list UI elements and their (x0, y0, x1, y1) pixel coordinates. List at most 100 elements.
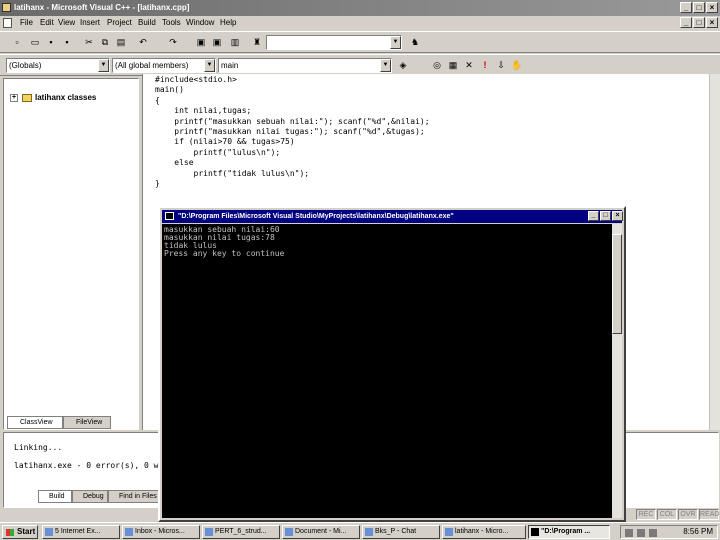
task-console[interactable]: "D:\Program ... (528, 525, 610, 539)
code-line: else (155, 158, 194, 168)
function-combo[interactable]: main ▼ (218, 58, 392, 73)
task-pert-document[interactable]: PERT_6_strud... (202, 525, 280, 539)
tab-debug[interactable]: Debug (72, 490, 108, 503)
cut-icon[interactable]: ✂ (82, 36, 96, 49)
chevron-down-icon[interactable]: ▼ (204, 59, 215, 72)
taskbar: Start 5 Internet Ex... Inbox - Micros...… (0, 522, 720, 540)
visual-studio-icon (445, 528, 453, 536)
chat-icon (365, 528, 373, 536)
task-label: Bks_P - Chat (375, 528, 417, 535)
save-icon[interactable]: ▪ (44, 36, 58, 49)
find-combo[interactable]: ▼ (266, 35, 402, 50)
workspace-pane: + latihanx classes (3, 78, 139, 430)
app-icon (2, 3, 11, 12)
title-bar[interactable]: latihanx - Microsoft Visual C++ - [latih… (0, 0, 720, 16)
start-label: Start (17, 527, 36, 536)
close-button[interactable]: × (706, 2, 718, 13)
ie-icon (45, 528, 53, 536)
chevron-down-icon[interactable]: ▼ (380, 59, 391, 72)
console-output[interactable]: masukkan sebuah nilai:60 masukkan nilai … (162, 224, 612, 518)
class-combo[interactable]: (Globals) ▼ (6, 58, 110, 73)
output-window-icon[interactable]: ▣ (210, 36, 224, 49)
menu-help[interactable]: Help (220, 18, 236, 27)
code-line: main() (155, 85, 184, 95)
console-title: "D:\Program Files\Microsoft Visual Studi… (178, 213, 454, 220)
tree-root[interactable]: + latihanx classes (10, 93, 96, 102)
console-scroll-thumb[interactable] (612, 234, 622, 334)
breakpoint-icon[interactable]: ✋ (510, 59, 524, 72)
menu-insert[interactable]: Insert (80, 18, 100, 27)
code-line: printf("tidak lulus\n"); (155, 168, 310, 178)
tray-icon[interactable] (649, 529, 657, 537)
save-all-icon[interactable]: ▪ (60, 36, 74, 49)
task-label: Document - Mi... (295, 528, 347, 535)
task-inbox[interactable]: Inbox - Micros... (122, 525, 200, 539)
windows-list-icon[interactable]: ▥ (228, 36, 242, 49)
tab-fileview[interactable]: FileView (63, 416, 111, 429)
chevron-down-icon[interactable]: ▼ (390, 36, 401, 49)
chevron-down-icon[interactable]: ▼ (98, 59, 109, 72)
console-icon (165, 212, 174, 220)
document-icon (285, 528, 293, 536)
mail-icon (125, 528, 133, 536)
output-line: Linking... (14, 443, 63, 452)
tray-icon[interactable] (625, 529, 633, 537)
search-icon[interactable]: ♞ (408, 36, 422, 49)
status-ovr: OVR (678, 509, 698, 520)
task-visual-cpp[interactable]: latihanx - Micro... (442, 525, 526, 539)
minimize-button[interactable]: _ (680, 2, 692, 13)
compile-icon[interactable]: ◎ (430, 59, 444, 72)
console-close-button[interactable]: × (612, 211, 623, 221)
workspace-icon[interactable]: ▣ (194, 36, 208, 49)
menu-project[interactable]: Project (107, 18, 132, 27)
editor-scrollbar[interactable] (709, 74, 720, 430)
task-chat[interactable]: Bks_P - Chat (362, 525, 440, 539)
menu-build[interactable]: Build (138, 18, 156, 27)
code-line: printf("masukkan sebuah nilai:"); scanf(… (155, 116, 430, 126)
system-tray: 8:56 PM (620, 525, 718, 539)
copy-icon[interactable]: ⧉ (98, 36, 112, 49)
source-code[interactable]: #include<stdio.h> main(){ int nilai,tugas… (155, 75, 430, 189)
menu-file[interactable]: File (20, 18, 33, 27)
open-folder-icon[interactable]: ▭ (28, 36, 42, 49)
status-rec: REC (636, 509, 656, 520)
find-in-files-icon[interactable]: ♜ (250, 36, 264, 49)
menu-view[interactable]: View (58, 18, 75, 27)
stop-build-icon[interactable]: ✕ (462, 59, 476, 72)
console-title-bar[interactable]: "D:\Program Files\Microsoft Visual Studi… (162, 210, 622, 223)
console-minimize-button[interactable]: _ (588, 211, 599, 221)
console-window[interactable]: "D:\Program Files\Microsoft Visual Studi… (158, 206, 626, 522)
members-combo[interactable]: (All global members) ▼ (112, 58, 216, 73)
doc-close-button[interactable]: × (706, 17, 718, 28)
members-combo-value: (All global members) (115, 61, 189, 70)
menu-edit[interactable]: Edit (40, 18, 54, 27)
wizard-actions-icon[interactable]: ◈ (396, 59, 410, 72)
code-line: printf("masukkan nilai tugas:"); scanf("… (155, 127, 425, 137)
build-icon[interactable]: ▦ (446, 59, 460, 72)
console-maximize-button[interactable]: □ (600, 211, 611, 221)
go-icon[interactable]: ⇩ (494, 59, 508, 72)
classes-folder-icon (22, 93, 32, 102)
menu-window[interactable]: Window (186, 18, 214, 27)
expand-icon[interactable]: + (10, 93, 18, 102)
maximize-button[interactable]: □ (693, 2, 705, 13)
task-document[interactable]: Document - Mi... (282, 525, 360, 539)
task-label: PERT_6_strud... (215, 528, 267, 535)
start-button[interactable]: Start (2, 525, 38, 539)
tray-icon[interactable] (637, 529, 645, 537)
menu-tools[interactable]: Tools (162, 18, 181, 27)
tree-root-label: latihanx classes (35, 93, 97, 102)
doc-minimize-button[interactable]: _ (680, 17, 692, 28)
console-scrollbar[interactable] (612, 224, 622, 518)
paste-icon[interactable]: ▤ (114, 36, 128, 49)
execute-icon[interactable]: ! (478, 59, 492, 72)
new-file-icon[interactable]: ▫ (10, 36, 24, 49)
tab-classview[interactable]: ClassView (7, 416, 63, 429)
doc-restore-button[interactable]: □ (693, 17, 705, 28)
undo-icon[interactable]: ↶ (136, 36, 150, 49)
redo-icon[interactable]: ↷ (166, 36, 180, 49)
tab-build[interactable]: Build (38, 490, 72, 503)
console-line: Press any key to continue (164, 249, 285, 258)
document-icon[interactable] (3, 18, 12, 28)
task-internet-explorer[interactable]: 5 Internet Ex... (42, 525, 120, 539)
